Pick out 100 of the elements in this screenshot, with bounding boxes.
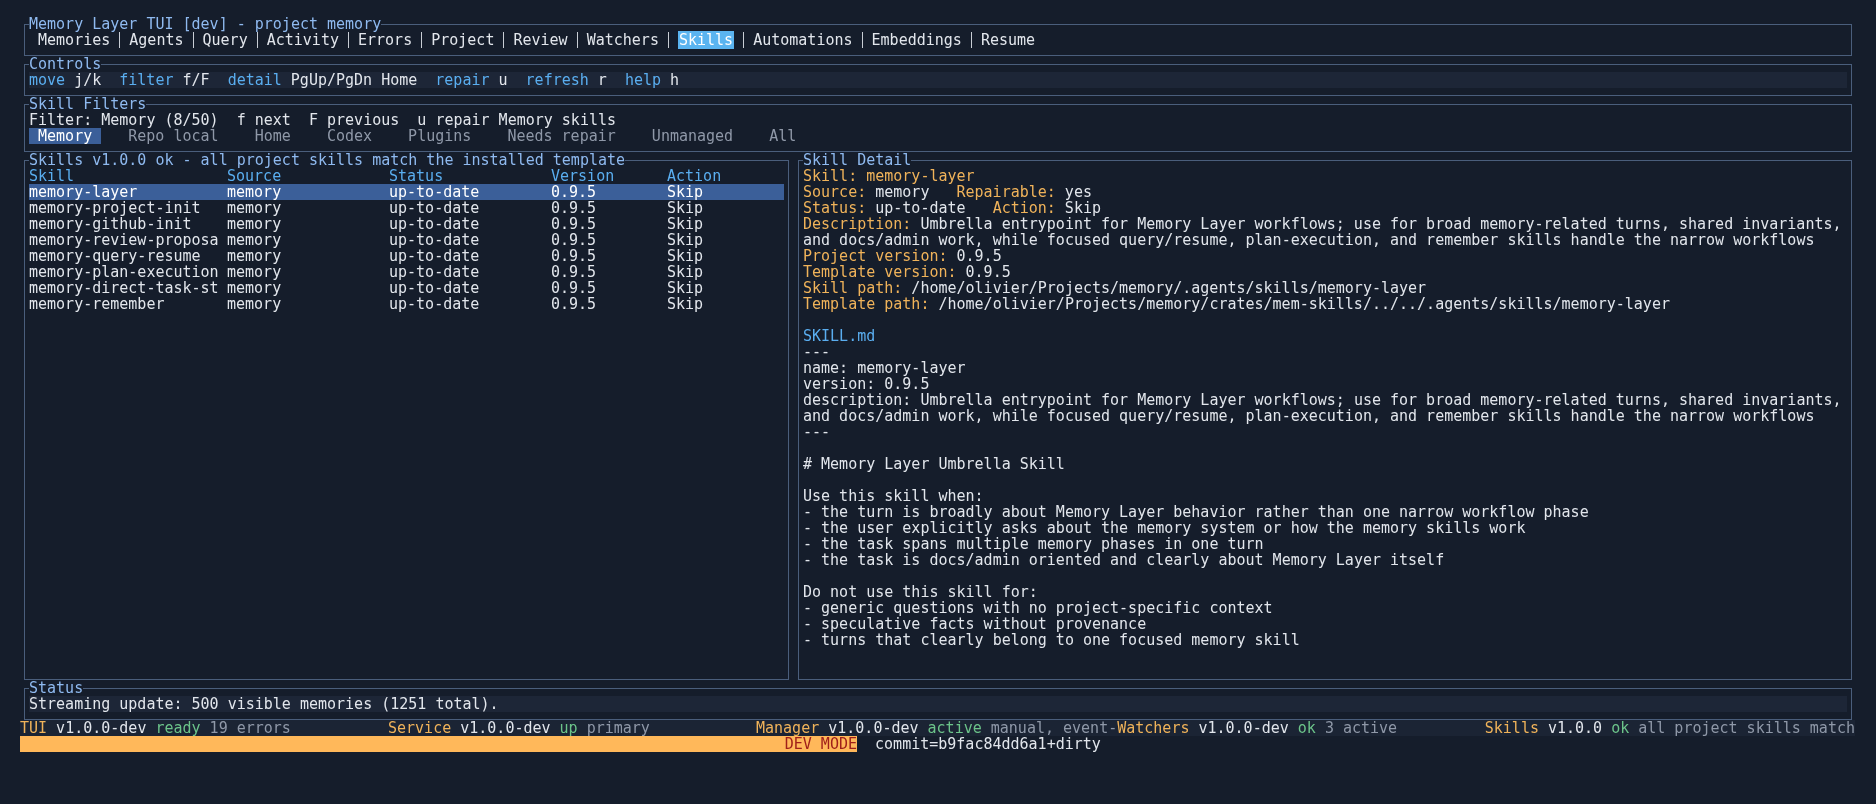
- file-line: description: Umbrella entrypoint for Memory Layer workflows; use for broad memory-related turns, shared invariants,: [803, 392, 1843, 408]
- table-cell-text: up-to-date: [389, 296, 481, 312]
- field-label: Source:: [803, 184, 867, 200]
- file-line: ---: [803, 424, 832, 440]
- nav-tab[interactable]: Errors: [358, 31, 413, 49]
- table-cell-text: 0.9.5: [551, 184, 598, 200]
- field-label: Description:: [803, 216, 912, 232]
- column-header: Skill: [29, 168, 76, 184]
- nav-tab[interactable]: Resume: [980, 31, 1036, 49]
- column-header: Action: [667, 168, 723, 184]
- status-message: Streaming update: 500 visible memories (1251 total).: [29, 696, 1847, 712]
- table-cell-text: memory: [227, 280, 283, 296]
- nav-tab[interactable]: Embeddings: [871, 31, 962, 49]
- control-action[interactable]: refresh: [525, 72, 589, 88]
- status-note: all project skills match: [1638, 720, 1855, 736]
- key-hint: f/F: [182, 72, 210, 88]
- filter-tab[interactable]: Plugins: [399, 128, 481, 144]
- version-text: v1.0.0-dev: [460, 720, 551, 736]
- filter-tab[interactable]: All: [760, 128, 806, 144]
- filter-tab[interactable]: Codex: [317, 128, 382, 144]
- table-cell-text: 0.9.5: [551, 200, 598, 216]
- file-line: # Memory Layer Umbrella Skill: [803, 456, 1066, 472]
- panel-title: Status: [29, 680, 84, 696]
- table-cell-text: Skip: [667, 264, 705, 280]
- field-value: and docs/admin work, while focused query/resume, plan-execution, and remember skills handle the narrow workflows: [803, 232, 1816, 248]
- table-cell-text: memory: [227, 184, 283, 200]
- column-header: Version: [551, 168, 615, 184]
- key-hint: r: [597, 72, 607, 88]
- table-cell-text: Skip: [667, 280, 705, 296]
- file-line: Use this skill when:: [803, 488, 985, 504]
- table-cell-text: Skip: [667, 216, 705, 232]
- nav-tab[interactable]: Automations: [753, 31, 853, 49]
- table-row[interactable]: memory-direct-task-st memory up-to-date 0.9.5 Skip: [29, 280, 784, 296]
- table-cell-text: 0.9.5: [551, 280, 598, 296]
- version-text: v1.0.0-dev: [828, 720, 919, 736]
- filter-summary: Filter: Memory (8/50) f next F previous u repair Memory skills: [29, 112, 617, 128]
- status-note: 19 errors: [209, 720, 291, 736]
- file-name: SKILL.md: [803, 328, 877, 344]
- table-row[interactable]: memory-review-proposa memory up-to-date 0.9.5 Skip: [29, 232, 784, 248]
- file-line: - the user explicitly asks about the memory system or how the memory skills work: [803, 520, 1527, 536]
- filter-tab[interactable]: Unmanaged: [642, 128, 743, 144]
- field-label: Template path:: [803, 296, 930, 312]
- field-label: Repairable:: [956, 184, 1056, 200]
- state-text: ok: [1611, 720, 1630, 736]
- status-note: 3 active: [1324, 720, 1398, 736]
- filter-tab[interactable]: Repo local: [119, 128, 228, 144]
- nav-tab[interactable]: Query: [202, 31, 248, 49]
- field-value: 0.9.5: [965, 264, 1011, 280]
- nav-tab[interactable]: Review: [513, 31, 568, 49]
- nav-tab[interactable]: Activity: [266, 31, 339, 49]
- nav-tab[interactable]: Agents: [129, 31, 184, 49]
- table-cell-text: memory-review-proposa: [29, 232, 220, 248]
- dev-mode-banner: DEV MODE: [20, 736, 857, 752]
- table-cell-text: memory: [227, 232, 283, 248]
- status-note: manual, event-: [990, 720, 1118, 736]
- field-label: Template version:: [803, 264, 957, 280]
- table-cell-text: memory-query-resume: [29, 248, 201, 264]
- table-cell-text: up-to-date: [389, 232, 481, 248]
- file-line: - speculative facts without provenance: [803, 616, 1147, 632]
- table-cell-text: memory-layer: [29, 184, 138, 200]
- table-cell-text: memory-github-init: [29, 216, 192, 232]
- control-action[interactable]: move: [29, 72, 66, 88]
- table-row[interactable]: memory-project-init memory up-to-date 0.9.5 Skip: [29, 200, 784, 216]
- file-line: - the turn is broadly about Memory Layer behavior rather than one narrow workflow phase: [803, 504, 1590, 520]
- table-row[interactable]: memory-query-resume memory up-to-date 0.9.5 Skip: [29, 248, 784, 264]
- control-action[interactable]: filter: [119, 72, 174, 88]
- version-text: v1.0.0-dev: [1198, 720, 1289, 736]
- table-cell-text: up-to-date: [389, 200, 481, 216]
- table-row[interactable]: memory-layer memory up-to-date 0.9.5 Skip: [29, 184, 784, 200]
- field-value: Skip: [1064, 200, 1101, 216]
- filter-tab[interactable]: Needs repair: [498, 128, 625, 144]
- column-header: Source: [227, 168, 282, 184]
- table-row[interactable]: memory-remember memory up-to-date 0.9.5 Skip: [29, 296, 784, 312]
- state-text: ok: [1297, 720, 1316, 736]
- nav-tab[interactable]: Project: [431, 31, 495, 49]
- field-label: Status:: [803, 200, 867, 216]
- nav-tab[interactable]: Watchers: [586, 31, 659, 49]
- table-cell-text: memory: [227, 248, 283, 264]
- control-action[interactable]: detail: [227, 72, 282, 88]
- table-cell-text: memory: [227, 264, 283, 280]
- filter-tab[interactable]: Home: [245, 128, 300, 144]
- table-cell-text: memory-direct-task-st: [29, 280, 220, 296]
- panel-title: Skill Detail: [803, 152, 912, 168]
- table-cell-text: Skip: [667, 248, 705, 264]
- control-action[interactable]: help: [624, 72, 662, 88]
- table-cell-text: up-to-date: [389, 184, 481, 200]
- table-row[interactable]: memory-plan-execution memory up-to-date 0.9.5 Skip: [29, 264, 784, 280]
- table-cell-text: Skip: [667, 296, 705, 312]
- field-value: yes: [1064, 184, 1092, 200]
- key-hint: j/k: [74, 72, 102, 88]
- table-cell-text: memory-plan-execution: [29, 264, 220, 280]
- table-cell-text: memory: [227, 216, 283, 232]
- panel-title: Controls: [29, 56, 102, 72]
- filter-tab[interactable]: Memory: [29, 128, 102, 144]
- table-cell-text: 0.9.5: [551, 264, 598, 280]
- table-cell-text: 0.9.5: [551, 296, 598, 312]
- nav-tab[interactable]: Memories: [38, 31, 111, 49]
- version-text: v1.0.0: [1547, 720, 1603, 736]
- control-action[interactable]: repair: [435, 72, 490, 88]
- table-row[interactable]: memory-github-init memory up-to-date 0.9.5 Skip: [29, 216, 784, 232]
